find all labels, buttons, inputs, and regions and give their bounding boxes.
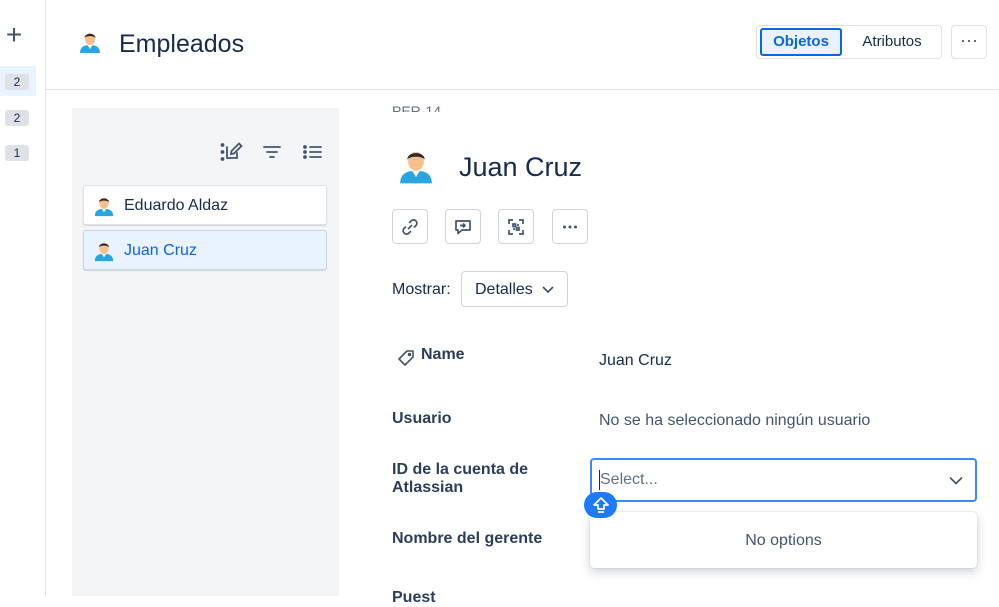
count-badge: 2 — [5, 110, 29, 126]
chevron-down-icon — [542, 286, 554, 294]
select-dropdown-menu: No options — [590, 512, 977, 568]
more-icon — [563, 225, 577, 229]
attribute-value-name[interactable]: Juan Cruz — [599, 352, 672, 370]
more-actions-button[interactable] — [552, 209, 588, 244]
person-avatar-icon — [93, 195, 115, 222]
copy-link-button[interactable] — [392, 209, 428, 244]
qr-code-icon — [508, 219, 524, 235]
add-icon[interactable]: + — [2, 21, 26, 49]
assist-button[interactable] — [584, 492, 617, 518]
count-badge: 2 — [5, 74, 29, 90]
object-list-panel — [72, 108, 339, 596]
count-badge: 1 — [5, 145, 29, 161]
chevron-down-icon[interactable] — [949, 476, 963, 486]
comment-icon — [455, 220, 471, 235]
rail-item[interactable]: 1 — [0, 137, 36, 167]
select-placeholder: Select... — [600, 471, 658, 488]
tab-objetos[interactable]: Objetos — [760, 28, 842, 56]
attribute-label-usuario: Usuario — [392, 410, 452, 427]
filter-icon[interactable] — [261, 141, 285, 163]
no-options-message: No options — [745, 532, 822, 549]
tag-icon — [397, 349, 415, 372]
more-actions-button[interactable]: ··· — [951, 25, 987, 59]
person-avatar-icon — [93, 240, 115, 267]
view-select[interactable]: Detalles — [461, 271, 568, 307]
rail-item[interactable]: 2 — [0, 66, 36, 96]
list-view-icon[interactable] — [302, 141, 326, 163]
object-key: PER-14 — [392, 103, 442, 112]
attribute-label-gerente: Nombre del gerente — [392, 530, 543, 547]
shift-up-arrow-icon — [593, 497, 609, 513]
attribute-label-atlassian-id: ID de la cuenta de — [392, 461, 529, 478]
attribute-label-partial: Puest — [392, 589, 436, 606]
tab-atributos[interactable]: Atributos — [848, 28, 936, 56]
list-item-selected[interactable]: Juan Cruz — [83, 230, 327, 270]
more-icon: ··· — [960, 30, 978, 50]
comment-button[interactable] — [445, 209, 481, 244]
page-title: Empleados — [119, 30, 245, 58]
rail-item[interactable]: 2 — [0, 102, 36, 132]
attribute-label-name: Name — [421, 346, 465, 363]
attribute-value-usuario[interactable]: No se ha seleccionado ningún usuario — [599, 412, 870, 430]
qr-code-button[interactable] — [498, 209, 534, 244]
view-label: Mostrar: — [392, 281, 451, 298]
person-avatar-icon — [78, 30, 102, 59]
attribute-label-atlassian-id-2: Atlassian — [392, 479, 464, 496]
header-divider — [46, 89, 999, 90]
link-icon — [402, 219, 418, 235]
bulk-edit-icon[interactable] — [220, 141, 244, 163]
list-item-label: Eduardo Aldaz — [124, 197, 229, 214]
person-avatar-icon — [397, 147, 435, 190]
list-item-label: Juan Cruz — [124, 242, 197, 259]
atlassian-id-select[interactable]: Select... — [590, 458, 977, 502]
object-name: Juan Cruz — [459, 152, 583, 182]
list-item[interactable]: Eduardo Aldaz — [83, 185, 327, 225]
view-select-value: Detalles — [475, 281, 533, 298]
